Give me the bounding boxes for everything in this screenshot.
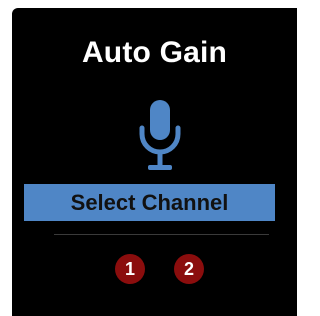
panel-title: Auto Gain [81, 36, 228, 69]
divider [54, 234, 269, 235]
select-channel-button[interactable]: Select Channel [24, 184, 275, 221]
channel-2-button[interactable]: 2 [174, 254, 204, 284]
channel-1-button[interactable]: 1 [115, 254, 145, 284]
auto-gain-panel: Auto Gain Select Channel 1 2 [12, 8, 297, 316]
microphone-icon [139, 100, 181, 170]
